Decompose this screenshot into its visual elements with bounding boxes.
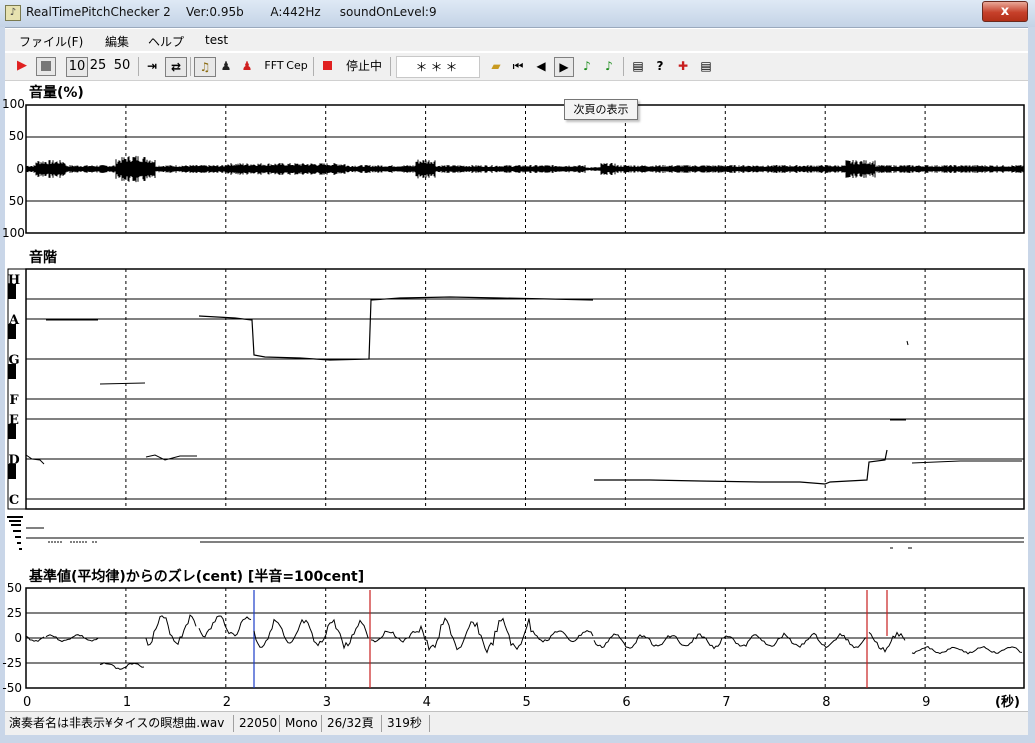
onset-marker [9, 520, 21, 522]
onset-marker [7, 516, 23, 518]
status-duration: 319秒 [383, 715, 430, 732]
onset-marker [17, 542, 21, 544]
x-tick-label: 4 [423, 695, 431, 710]
x-tick-label: 8 [822, 695, 830, 710]
x-tick-label: 5 [523, 695, 531, 710]
x-tick-label: 2 [223, 695, 231, 710]
x-tick-label: 9 [922, 695, 930, 710]
note-label: E [9, 413, 19, 428]
window-frame-bottom [0, 735, 1035, 743]
note-label: H [8, 273, 20, 288]
plot-surface: H A G FE D C 0 1 2 3 4 5 6 7 8 9 (秒) [7, 104, 1025, 710]
onset-marker [13, 530, 21, 532]
onset-marker [15, 536, 21, 538]
note-label: D [8, 453, 19, 468]
note-label: A [8, 313, 20, 328]
status-page: 26/32頁 [323, 715, 382, 732]
note-label: F [9, 393, 19, 408]
x-unit-label: (秒) [995, 694, 1020, 710]
status-bar: 演奏者名は非表示¥タイスの瞑想曲.wav 22050 Mono 26/32頁 3… [5, 711, 1028, 736]
x-tick-label: 7 [722, 695, 730, 710]
onset-marker [11, 524, 21, 526]
status-sample-rate: 22050 [235, 715, 280, 732]
note-label: G [8, 353, 19, 368]
x-tick-label: 0 [23, 695, 31, 710]
x-tick-label: 1 [123, 695, 131, 710]
note-label: C [9, 493, 19, 508]
x-tick-label: 6 [622, 695, 630, 710]
tooltip: 次頁の表示 [564, 99, 638, 120]
status-channel: Mono [281, 715, 322, 732]
status-filename: 演奏者名は非表示¥タイスの瞑想曲.wav [5, 715, 234, 732]
x-tick-label: 3 [323, 695, 331, 710]
onset-marker [19, 548, 22, 550]
